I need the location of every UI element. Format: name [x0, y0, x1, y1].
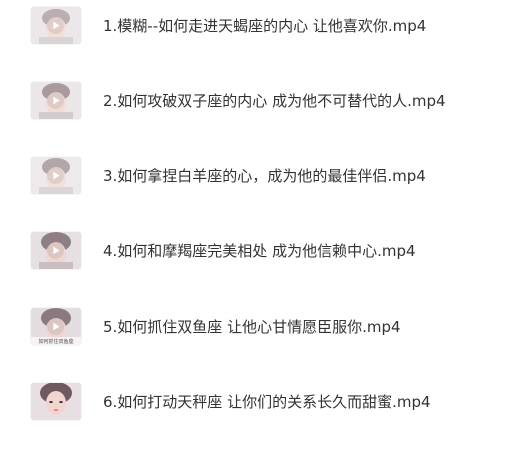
video-title[interactable]: 5.如何抓住双鱼座 让他心甘情愿臣服你.mp4 [103, 317, 401, 337]
video-thumbnail-1[interactable] [31, 7, 81, 44]
video-title[interactable]: 2.如何攻破双子座的内心 成为他不可替代的人.mp4 [103, 91, 446, 111]
video-item-4[interactable]: 4.如何和摩羯座完美相处 成为他信赖中心.mp4 [0, 229, 515, 273]
video-title[interactable]: 6.如何打动天秤座 让你们的关系长久而甜蜜.mp4 [103, 392, 431, 412]
video-item-3[interactable]: 3.如何拿捏白羊座的心，成为他的最佳伴侣.mp4 [0, 154, 515, 198]
play-icon [47, 17, 64, 34]
video-thumbnail-6[interactable] [31, 383, 81, 420]
video-item-6[interactable]: 6.如何打动天秤座 让你们的关系长久而甜蜜.mp4 [0, 380, 515, 424]
video-thumbnail-3[interactable] [31, 157, 81, 194]
thumbnail-caption: 如何抓住双鱼座 [38, 338, 73, 345]
video-title[interactable]: 4.如何和摩羯座完美相处 成为他信赖中心.mp4 [103, 241, 416, 261]
video-file-list: 1.模糊--如何走进天蝎座的内心 让他喜欢你.mp4 2.如何攻破双子座的内心 … [0, 0, 515, 454]
video-thumbnail-5[interactable]: 如何抓住双鱼座 [31, 308, 81, 345]
play-icon [47, 92, 64, 109]
play-icon [47, 167, 64, 184]
video-item-5[interactable]: 如何抓住双鱼座 5.如何抓住双鱼座 让他心甘情愿臣服你.mp4 [0, 305, 515, 349]
video-item-2[interactable]: 2.如何攻破双子座的内心 成为他不可替代的人.mp4 [0, 79, 515, 123]
play-icon [47, 242, 64, 259]
video-title[interactable]: 1.模糊--如何走进天蝎座的内心 让他喜欢你.mp4 [103, 16, 426, 36]
video-thumbnail-4[interactable] [31, 232, 81, 269]
play-icon [47, 318, 64, 335]
video-item-1[interactable]: 1.模糊--如何走进天蝎座的内心 让他喜欢你.mp4 [0, 4, 515, 48]
video-thumbnail-2[interactable] [31, 82, 81, 119]
video-title[interactable]: 3.如何拿捏白羊座的心，成为他的最佳伴侣.mp4 [103, 166, 426, 186]
